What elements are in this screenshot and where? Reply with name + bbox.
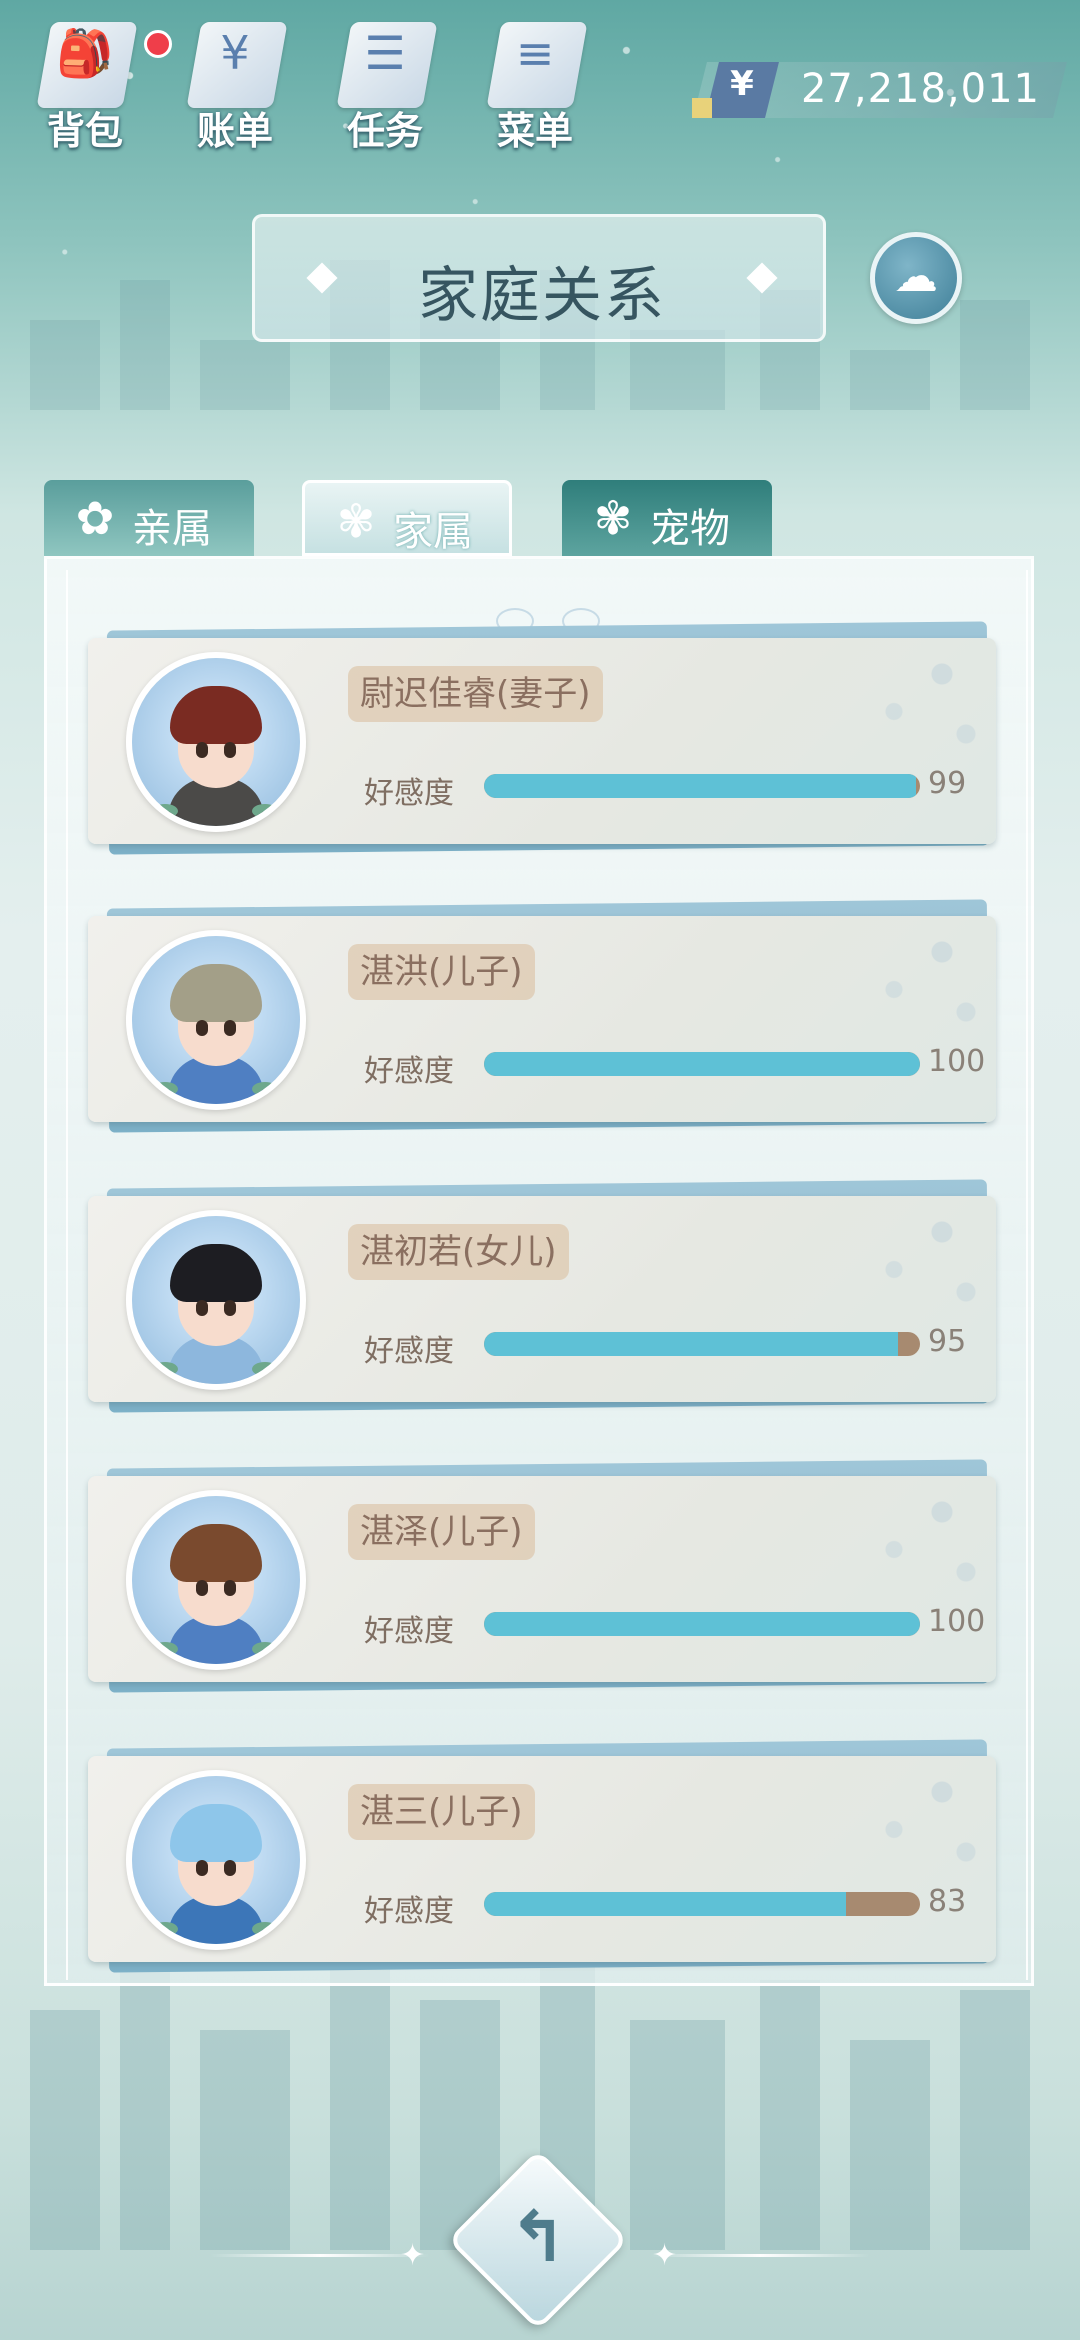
affection-bar [484, 1332, 920, 1356]
affection-label: 好感度 [364, 1054, 454, 1089]
sparkle-icon: ✦ [652, 2238, 678, 2273]
family-member-card[interactable]: 湛初若(女儿) 好感度 95 [88, 1179, 996, 1413]
tab-pets-label: 宠物 [650, 506, 730, 552]
tab-relatives-label: 亲属 [132, 506, 212, 552]
flower-icon: ✾ [593, 491, 633, 545]
backpack-label: 背包 [46, 109, 123, 153]
card-body: 湛泽(儿子) 好感度 100 [88, 1476, 996, 1682]
blossom-icon: ✿ [75, 491, 115, 545]
leaf-icon [252, 1642, 278, 1656]
card-body: 湛洪(儿子) 好感度 100 [88, 916, 996, 1122]
avatar-eye [224, 742, 236, 758]
avatar-eye [224, 1860, 236, 1876]
affection-bar [484, 1612, 920, 1636]
affection-value: 95 [928, 1324, 967, 1359]
bill-glyph: ¥ [220, 26, 250, 80]
tab-family-label: 家属 [393, 509, 473, 555]
menu-label: 菜单 [496, 109, 573, 153]
leaf-icon [152, 1922, 178, 1936]
affection-value: 100 [928, 1044, 986, 1079]
backpack-glyph: 🎒 [56, 26, 114, 80]
card-body: 尉迟佳睿(妻子) 好感度 99 [88, 638, 996, 844]
back-arrow-icon: ↰ [508, 2196, 568, 2278]
leaf-icon [152, 1642, 178, 1656]
affection-label: 好感度 [364, 776, 454, 811]
affection-bar-fill [484, 1052, 920, 1076]
leaf-icon [152, 804, 178, 818]
family-member-card[interactable]: 湛洪(儿子) 好感度 100 [88, 899, 996, 1133]
family-member-card[interactable]: 湛三(儿子) 好感度 83 [88, 1739, 996, 1973]
member-name: 湛三(儿子) [348, 1784, 535, 1840]
member-name: 湛初若(女儿) [348, 1224, 569, 1280]
family-member-card[interactable]: 尉迟佳睿(妻子) 好感度 99 [88, 621, 996, 855]
avatar-eye [224, 1020, 236, 1036]
bill-button[interactable]: ¥ 账单 [170, 12, 300, 153]
avatar-eye [196, 1860, 208, 1876]
affection-bar [484, 774, 920, 798]
card-body: 湛三(儿子) 好感度 83 [88, 1756, 996, 1962]
yen-symbol: ¥ [730, 64, 754, 104]
currency-accent [692, 98, 712, 118]
affection-bar-fill [484, 774, 916, 798]
affection-label: 好感度 [364, 1894, 454, 1929]
task-button[interactable]: ☰ 任务 [320, 12, 450, 153]
top-bar: 🎒 背包 ¥ 账单 ☰ 任务 ≡ 菜单 ¥ 27,218,011 [0, 0, 1080, 160]
family-tree-icon: ☁ [894, 251, 938, 302]
affection-label: 好感度 [364, 1334, 454, 1369]
page-title-box: 家庭关系 [252, 214, 826, 342]
deco-line-left [210, 2254, 430, 2257]
avatar-eye [196, 1580, 208, 1596]
affection-bar [484, 1052, 920, 1076]
leaf-icon [252, 1922, 278, 1936]
affection-label: 好感度 [364, 1614, 454, 1649]
member-name: 尉迟佳睿(妻子) [348, 666, 603, 722]
menu-glyph: ≡ [515, 26, 555, 80]
card-body: 湛初若(女儿) 好感度 95 [88, 1196, 996, 1402]
affection-bar-fill [484, 1612, 920, 1636]
avatar-eye [196, 742, 208, 758]
page-title: 家庭关系 [418, 261, 666, 331]
affection-bar-fill [484, 1892, 846, 1916]
family-tree-button[interactable]: ☁ [870, 232, 962, 324]
member-avatar[interactable] [126, 1490, 306, 1670]
avatar-eye [196, 1020, 208, 1036]
leaf-icon [252, 1082, 278, 1096]
member-avatar[interactable] [126, 930, 306, 1110]
deco-line-right [650, 2254, 870, 2257]
member-avatar[interactable] [126, 1210, 306, 1390]
notification-badge [144, 30, 172, 58]
affection-bar-fill [484, 1332, 899, 1356]
avatar-eye [224, 1300, 236, 1316]
task-glyph: ☰ [364, 26, 406, 80]
member-avatar[interactable] [126, 1770, 306, 1950]
flower-icon: ✾ [336, 494, 376, 548]
affection-value: 100 [928, 1604, 986, 1639]
family-member-card[interactable]: 湛泽(儿子) 好感度 100 [88, 1459, 996, 1693]
affection-value: 99 [928, 766, 967, 801]
currency-value: 27,218,011 [800, 66, 1040, 112]
avatar-eye [196, 1300, 208, 1316]
leaf-icon [252, 804, 278, 818]
leaf-icon [252, 1362, 278, 1376]
sparkle-icon: ✦ [400, 2238, 426, 2273]
menu-button[interactable]: ≡ 菜单 [470, 12, 600, 153]
leaf-icon [152, 1082, 178, 1096]
tab-pets[interactable]: ✾ 宠物 [562, 480, 772, 556]
task-label: 任务 [346, 109, 423, 153]
member-name: 湛洪(儿子) [348, 944, 535, 1000]
leaf-icon [152, 1362, 178, 1376]
affection-value: 83 [928, 1884, 967, 1919]
avatar-eye [224, 1580, 236, 1596]
member-name: 湛泽(儿子) [348, 1504, 535, 1560]
member-avatar[interactable] [126, 652, 306, 832]
backpack-button[interactable]: 🎒 背包 [20, 12, 172, 153]
bill-label: 账单 [196, 109, 273, 153]
affection-bar [484, 1892, 920, 1916]
tab-family[interactable]: ✾ 家属 [302, 480, 512, 556]
tab-relatives[interactable]: ✿ 亲属 [44, 480, 254, 556]
